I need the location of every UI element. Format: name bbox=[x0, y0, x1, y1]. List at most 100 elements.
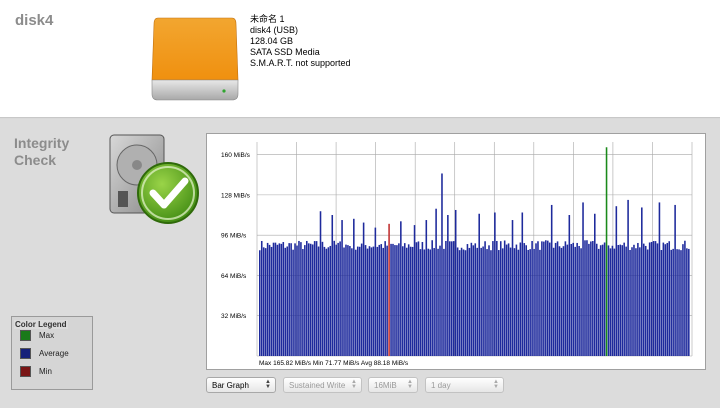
chart-bar bbox=[501, 248, 504, 356]
duration-popup[interactable]: 1 day ▲ ▼ bbox=[425, 377, 504, 393]
chart-bar bbox=[556, 241, 559, 356]
legend-item-min: Min bbox=[20, 366, 52, 377]
legend-title: Color Legend bbox=[14, 320, 68, 329]
chart-bar bbox=[276, 244, 279, 356]
chart-bar bbox=[517, 249, 520, 356]
chart-bar bbox=[621, 245, 623, 356]
chart-bar bbox=[417, 241, 420, 356]
chart-bar bbox=[633, 244, 635, 356]
legend-swatch-min bbox=[20, 366, 31, 377]
legend-label-max: Max bbox=[39, 331, 55, 340]
external-drive-icon bbox=[151, 17, 239, 101]
chart-bar bbox=[443, 248, 445, 356]
chart-bar bbox=[570, 243, 573, 356]
chart-bar bbox=[362, 222, 365, 356]
legend-swatch-average bbox=[20, 348, 31, 359]
chart-bar bbox=[405, 247, 408, 356]
chart-bar bbox=[648, 242, 651, 356]
chart-bar bbox=[574, 246, 576, 356]
chart-bar bbox=[515, 244, 518, 356]
chart-bar bbox=[445, 240, 447, 356]
chart-bar bbox=[494, 212, 496, 356]
chart-bar bbox=[396, 245, 398, 356]
chart-bar bbox=[492, 241, 494, 356]
chart-bar bbox=[315, 241, 318, 356]
chart-bar bbox=[309, 243, 312, 356]
chart-bar bbox=[586, 240, 588, 356]
chart-bar bbox=[460, 247, 463, 356]
chart-bar bbox=[333, 240, 336, 356]
popup-arrows-icon: ▲ ▼ bbox=[265, 379, 271, 390]
chart-bar bbox=[278, 243, 281, 356]
chart-bar bbox=[503, 240, 506, 356]
chart-bar bbox=[558, 246, 561, 356]
chart-bar bbox=[562, 246, 565, 356]
disk-panel: disk4 未命名 1 disk4 (USB) 128.04 GB SATA S… bbox=[0, 0, 720, 118]
chart-bar bbox=[349, 246, 351, 356]
chart-bar bbox=[433, 248, 435, 356]
chart-bar bbox=[437, 248, 439, 356]
chart-bar bbox=[597, 248, 600, 356]
y-tick-label: 96 MiB/s bbox=[221, 233, 247, 240]
chart-bar bbox=[660, 250, 663, 356]
chart-bar bbox=[376, 246, 379, 356]
chart-bar bbox=[329, 245, 332, 356]
chart-bar bbox=[325, 248, 328, 356]
chart-bar bbox=[294, 243, 296, 356]
legend-label-average: Average bbox=[39, 349, 69, 358]
chart-bar bbox=[519, 242, 522, 356]
test-mode-popup[interactable]: Sustained Write ▲ ▼ bbox=[283, 377, 362, 393]
chart-bar bbox=[482, 246, 484, 356]
chart-bar bbox=[486, 249, 488, 356]
chart-bar bbox=[599, 245, 602, 356]
chart-bar bbox=[353, 218, 355, 356]
chart-bar bbox=[631, 247, 633, 356]
chart-bar bbox=[307, 243, 310, 356]
chart-bar bbox=[311, 244, 314, 356]
chart-bar bbox=[605, 147, 608, 356]
chart-bar bbox=[523, 243, 526, 356]
chart-bar bbox=[652, 241, 655, 356]
chart-bar bbox=[423, 249, 426, 356]
chart-bar bbox=[392, 243, 394, 356]
chart-bar bbox=[566, 244, 569, 356]
chart-bar bbox=[537, 241, 539, 356]
popup-arrows-icon: ▲ ▼ bbox=[407, 379, 413, 390]
chart-bar bbox=[650, 241, 653, 356]
chart-bar bbox=[354, 249, 357, 356]
hard-drive-checkmark-icon bbox=[109, 134, 199, 224]
chart-bar bbox=[262, 247, 265, 356]
chart-bar bbox=[668, 241, 671, 356]
chart-bar bbox=[345, 244, 347, 356]
chart-bar bbox=[411, 246, 414, 356]
chart-bar bbox=[274, 242, 277, 356]
graph-type-popup[interactable]: Bar Graph ▲ ▼ bbox=[206, 377, 276, 393]
chart-summary: Max 165.82 MiB/s Min 71.77 MiB/s Avg 88.… bbox=[259, 360, 409, 367]
chart-bar bbox=[456, 247, 459, 356]
chart-bar bbox=[546, 240, 549, 356]
chart-bar bbox=[441, 173, 443, 356]
chart-bar bbox=[452, 241, 455, 356]
chart-bar bbox=[259, 250, 261, 356]
block-size-value: 16MiB bbox=[374, 381, 397, 390]
y-tick-label: 160 MiB/s bbox=[221, 152, 251, 159]
chart-bar bbox=[439, 245, 441, 356]
chart-bar bbox=[413, 225, 416, 356]
chart-bar bbox=[580, 248, 582, 356]
popup-arrows-icon: ▲ ▼ bbox=[351, 379, 357, 390]
block-size-popup[interactable]: 16MiB ▲ ▼ bbox=[368, 377, 418, 393]
chart-bar bbox=[403, 243, 406, 356]
chart-bar bbox=[615, 206, 618, 356]
chart-bar bbox=[686, 248, 688, 356]
chart-bar bbox=[398, 243, 400, 356]
chart-bar bbox=[394, 245, 396, 356]
integrity-title: Integrity Check bbox=[14, 135, 70, 168]
chart-bar bbox=[341, 220, 343, 356]
chart-bar bbox=[366, 248, 369, 356]
chart-bar bbox=[535, 243, 537, 356]
chart-bar bbox=[590, 241, 592, 356]
chart-bar bbox=[331, 215, 334, 356]
chart-bar bbox=[292, 249, 294, 356]
chart-bar bbox=[466, 244, 469, 356]
chart-bar bbox=[282, 242, 285, 356]
